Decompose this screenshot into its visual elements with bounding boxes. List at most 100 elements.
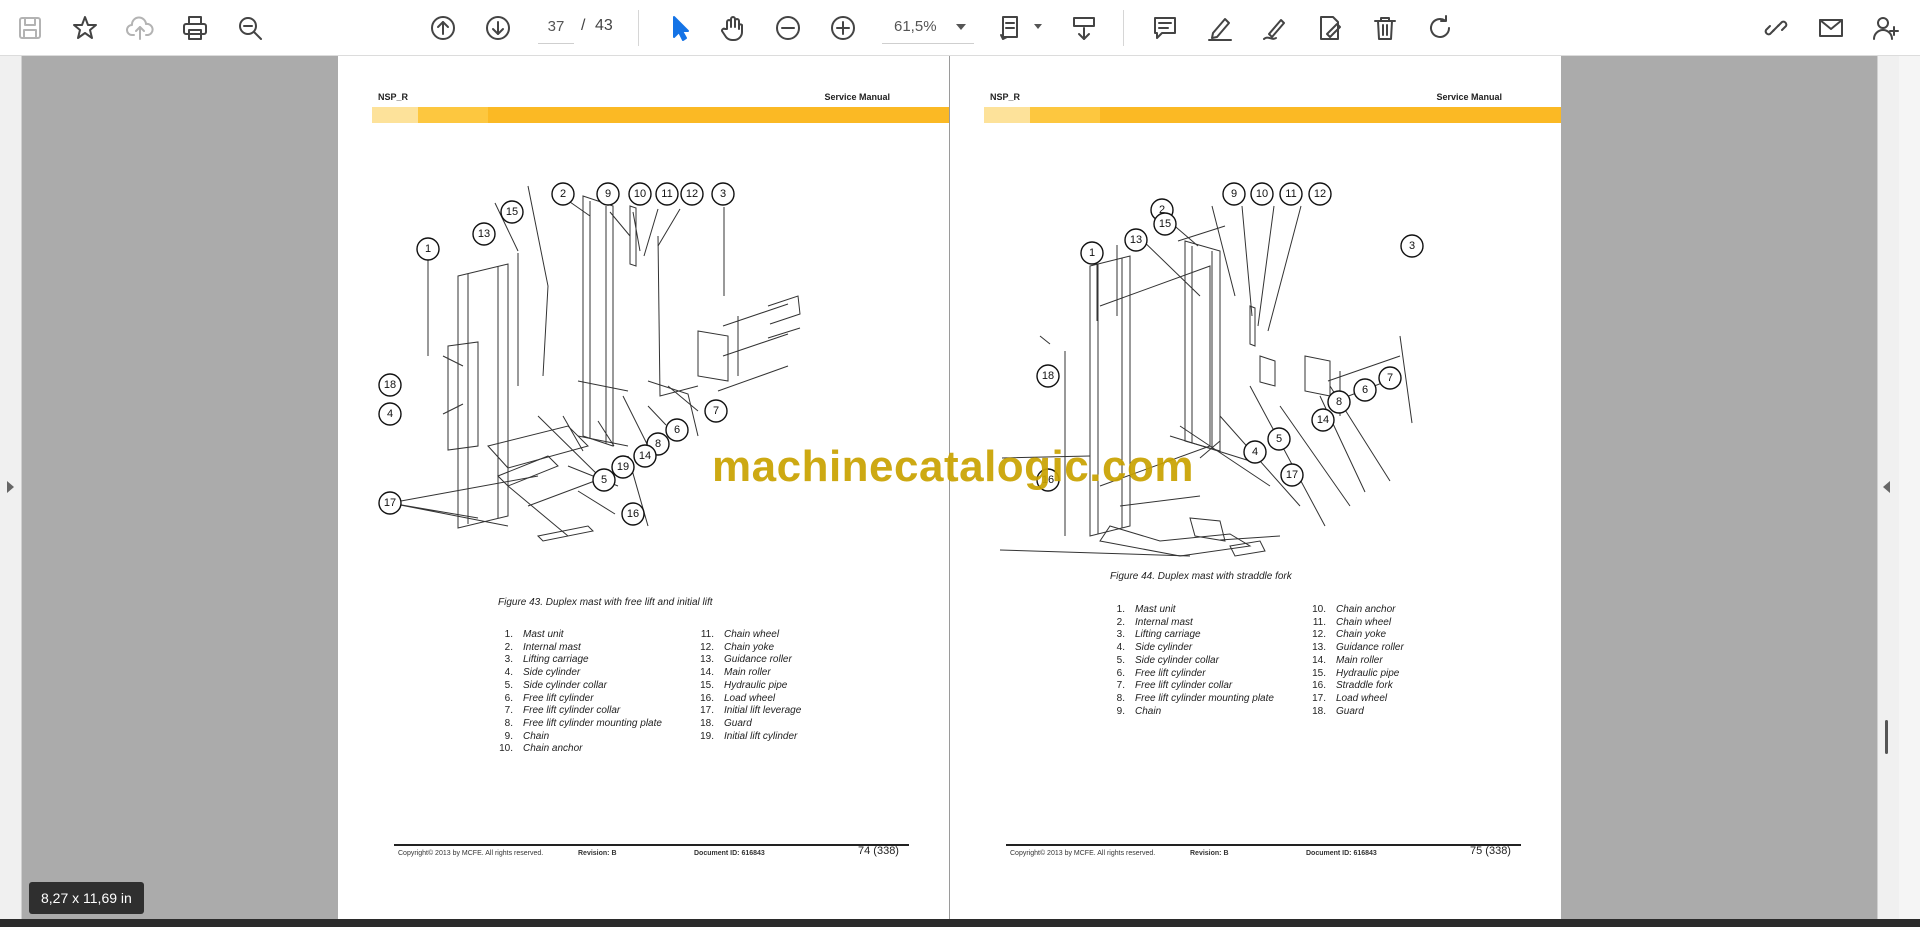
parts-list-label: Lifting carriage [1135,629,1201,641]
callout-18: 18 [378,373,402,397]
parts-list-item: 8. Free lift cylinder mounting plate [1105,693,1274,706]
share-link-icon[interactable] [1756,8,1796,48]
parts-list-number: 4. [504,667,513,679]
svg-text:14: 14 [1317,414,1329,426]
callout-12: 12 [1308,182,1332,206]
zoom-search-icon[interactable] [230,8,270,48]
rotate-redo-icon[interactable] [1420,8,1460,48]
callout-1: 1 [416,237,440,261]
svg-text:6: 6 [1362,384,1368,396]
page-number-input[interactable] [538,10,574,44]
chevron-down-icon[interactable] [1034,24,1042,29]
zoom-out-icon[interactable] [768,8,808,48]
callout-13: 13 [472,222,496,246]
parts-list-label: Free lift cylinder [523,692,594,704]
vertical-scrollbar[interactable] [1899,56,1920,919]
svg-text:18: 18 [1042,370,1054,382]
parts-list-label: Chain wheel [724,629,780,640]
cloud-upload-icon[interactable] [120,8,160,48]
print-icon[interactable] [175,8,215,48]
parts-list-label: Chain yoke [1336,629,1387,641]
svg-text:4: 4 [1252,446,1258,458]
parts-list-item: 15. Hydraulic pipe [1306,668,1404,681]
parts-list-label: Side cylinder collar [523,679,607,691]
footer-revision: Revision: B [1190,850,1229,857]
parts-list-col2: 10. Chain anchor 11. Chain wheel 12. Chain yo… [1306,604,1404,718]
parts-list-number: 9. [1116,705,1125,717]
parts-list-label: Chain wheel [1336,616,1392,628]
hand-tool-icon[interactable] [713,8,753,48]
page-header-left: NSP_R [378,92,409,102]
left-panel-toggle[interactable] [0,56,22,919]
svg-text:4: 4 [387,408,393,420]
callout-18: 18 [1036,364,1060,388]
svg-text:5: 5 [1276,433,1282,445]
save-icon[interactable] [10,8,50,48]
callout-6: 6 [1353,378,1377,402]
parts-list-number: 8. [1116,692,1125,704]
next-page-icon[interactable] [478,8,518,48]
bookmark-star-icon[interactable] [65,8,105,48]
callout-15: 15 [1153,212,1177,236]
draw-freeform-icon[interactable] [1255,8,1295,48]
page-number: 74 (338) [858,845,899,857]
add-user-icon[interactable] [1866,8,1906,48]
comment-icon[interactable] [1145,8,1185,48]
callout-5: 5 [1267,427,1291,451]
svg-text:13: 13 [478,228,490,240]
parts-list-number: 9. [504,730,513,742]
chevron-left-icon[interactable] [1883,481,1890,493]
parts-list-item: 12. Chain yoke [1306,629,1404,642]
parts-list-label: Guidance roller [724,654,792,666]
callout-9: 9 [1222,182,1246,206]
parts-list-label: Side cylinder [1135,642,1193,654]
parts-list-item: 6. Free lift cylinder [1105,668,1274,681]
parts-list-item: 18. Guard [694,718,801,731]
parts-list-item: 8. Free lift cylinder mounting plate [493,718,662,731]
parts-list-label: Initial lift cylinder [724,730,798,742]
parts-list-number: 17. [700,705,714,717]
previous-page-icon[interactable] [423,8,463,48]
zoom-level-dropdown[interactable]: 61,5% [882,10,974,44]
parts-list-number: 12. [1312,629,1326,641]
svg-text:1: 1 [1089,247,1095,259]
callout-11: 11 [1279,182,1303,206]
parts-list-item: 6. Free lift cylinder [493,693,662,706]
delete-trash-icon[interactable] [1365,8,1405,48]
parts-list-item: 15. Hydraulic pipe [694,680,801,693]
parts-list-label: Guard [724,717,752,729]
svg-text:5: 5 [601,474,607,486]
page-total: 43 [595,17,613,34]
fill-sign-icon[interactable] [1310,8,1350,48]
svg-text:16: 16 [627,508,639,520]
footer-copyright: Copyright© 2013 by MCFE. All rights rese… [398,850,544,857]
email-envelope-icon[interactable] [1811,8,1851,48]
svg-text:12: 12 [686,188,698,200]
highlight-pen-icon[interactable] [1200,8,1240,48]
select-cursor-icon[interactable] [660,8,700,48]
callout-7: 7 [1378,366,1402,390]
callout-4: 4 [378,402,402,426]
page-fit-icon[interactable] [992,8,1032,48]
callout-9: 9 [596,182,620,206]
svg-text:2: 2 [560,188,566,200]
svg-text:15: 15 [506,206,518,218]
scroll-mode-icon[interactable] [1064,8,1104,48]
callout-17: 17 [1280,463,1304,487]
scrollbar-thumb[interactable] [1885,720,1888,754]
parts-list-number: 3. [1116,629,1125,641]
svg-text:3: 3 [1409,240,1415,252]
zoom-in-icon[interactable] [823,8,863,48]
parts-list-item: 12. Chain yoke [694,642,801,655]
parts-list-number: 12. [700,641,714,653]
callout-2: 2 [551,182,575,206]
parts-list-col1: 1. Mast unit 2. Internal mast 3. Lifting carr… [1105,604,1274,718]
parts-list-col2: 11. Chain wheel 12. Chain yoke 13. Guidance r… [694,629,801,743]
parts-list-item: 4. Side cylinder [1105,642,1274,655]
svg-text:12: 12 [1314,188,1326,200]
parts-list-item: 16. Load wheel [694,693,801,706]
parts-list-number: 14. [700,667,714,679]
parts-list-number: 13. [1312,642,1326,654]
callout-6: 6 [665,418,689,442]
header-color-bar [984,107,1561,123]
